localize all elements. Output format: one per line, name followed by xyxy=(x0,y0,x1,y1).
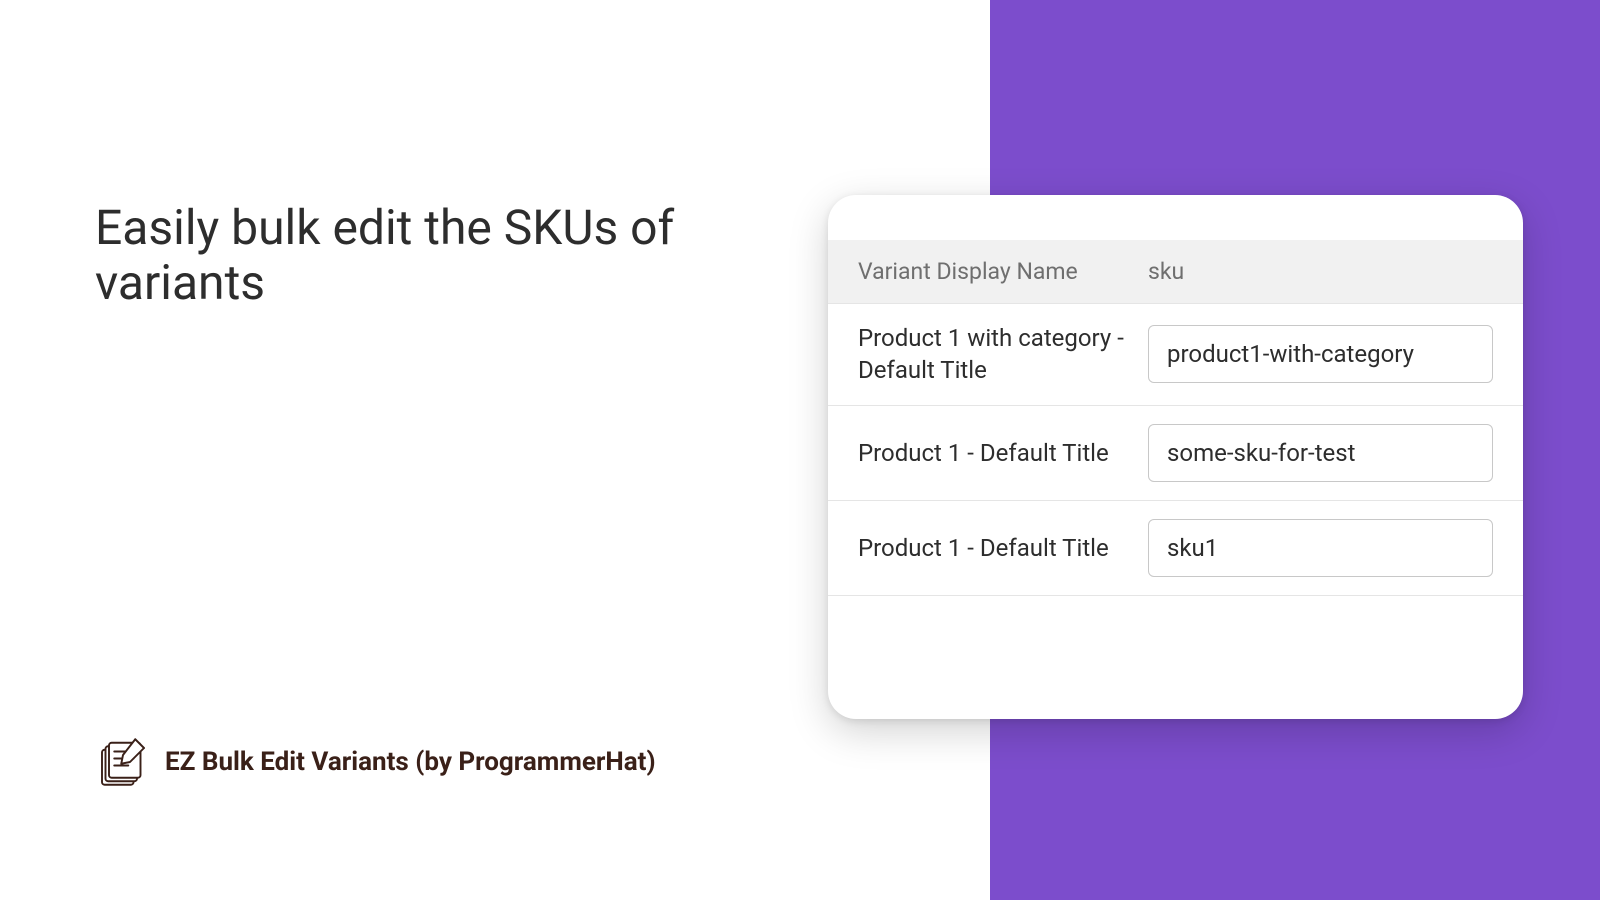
column-header-name: Variant Display Name xyxy=(858,258,1148,285)
variant-name: Product 1 with category - Default Title xyxy=(858,322,1148,387)
sku-input[interactable] xyxy=(1148,325,1493,383)
table-row: Product 1 - Default Title xyxy=(828,501,1523,596)
table-row: Product 1 - Default Title xyxy=(828,406,1523,501)
variant-name: Product 1 - Default Title xyxy=(858,532,1148,564)
page-headline: Easily bulk edit the SKUs of variants xyxy=(95,200,715,310)
brand-name: EZ Bulk Edit Variants (by ProgrammerHat) xyxy=(165,747,656,777)
column-header-sku: sku xyxy=(1148,258,1184,285)
sku-input[interactable] xyxy=(1148,424,1493,482)
notes-pencil-icon xyxy=(95,734,151,790)
table-header-row: Variant Display Name sku xyxy=(828,240,1523,304)
brand-footer: EZ Bulk Edit Variants (by ProgrammerHat) xyxy=(95,734,656,790)
variant-name: Product 1 - Default Title xyxy=(858,437,1148,469)
variant-editor-card: Variant Display Name sku Product 1 with … xyxy=(828,195,1523,719)
sku-input[interactable] xyxy=(1148,519,1493,577)
table-row: Product 1 with category - Default Title xyxy=(828,304,1523,406)
